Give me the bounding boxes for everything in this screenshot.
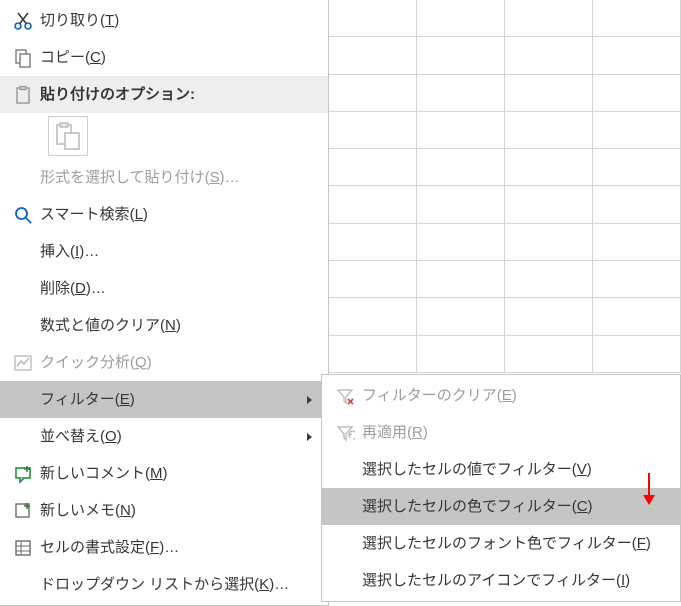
- menu-item-smart-lookup[interactable]: スマート検索(L): [0, 196, 328, 233]
- menu-item-delete[interactable]: 削除(D)…: [0, 270, 328, 307]
- menu-item-label: 選択したセルの値でフィルター(V): [362, 461, 668, 479]
- menu-item-label: 新しいコメント(M): [40, 465, 304, 483]
- annotation-arrow-icon: [639, 471, 659, 507]
- menu-item-label: 選択したセルの色でフィルター(C): [362, 498, 668, 516]
- menu-item-label: 形式を選択して貼り付け(S)…: [40, 169, 304, 187]
- menu-item-insert[interactable]: 挿入(I)…: [0, 233, 328, 270]
- menu-item-label: 数式と値のクリア(N): [40, 317, 304, 335]
- search-icon: [6, 205, 40, 225]
- menu-item-paste-special: 形式を選択して貼り付け(S)…: [0, 159, 328, 196]
- submenu-item-reapply: 再適用(R): [322, 414, 680, 451]
- menu-item-label: 新しいメモ(N): [40, 502, 304, 520]
- menu-item-sort[interactable]: 並べ替え(O): [0, 418, 328, 455]
- quick-analysis-icon: [6, 353, 40, 373]
- menu-item-label: 挿入(I)…: [40, 243, 304, 261]
- submenu-arrow-icon: [304, 432, 316, 442]
- new-comment-icon: [6, 464, 40, 484]
- menu-item-label: クイック分析(Q): [40, 354, 304, 372]
- menu-item-paste-options-header: 貼り付けのオプション:: [0, 76, 328, 113]
- menu-item-filter[interactable]: フィルター(E): [0, 381, 328, 418]
- reapply-icon: [328, 423, 362, 443]
- menu-item-copy[interactable]: コピー(C): [0, 39, 328, 76]
- menu-item-cut[interactable]: 切り取り(T): [0, 2, 328, 39]
- menu-item-format-cells[interactable]: セルの書式設定(F)…: [0, 529, 328, 566]
- filter-submenu: フィルターのクリア(E) 再適用(R) 選択したセルの値でフィルター(V) 選択…: [321, 374, 681, 602]
- submenu-item-clear-filter: フィルターのクリア(E): [322, 377, 680, 414]
- menu-item-label: フィルター(E): [40, 391, 304, 409]
- new-note-icon: [6, 501, 40, 521]
- menu-item-label: ドロップダウン リストから選択(K)…: [40, 576, 304, 594]
- menu-item-label: 削除(D)…: [40, 280, 304, 298]
- copy-icon: [6, 48, 40, 68]
- menu-item-label: スマート検索(L): [40, 206, 304, 224]
- clear-filter-icon: [328, 386, 362, 406]
- submenu-item-filter-by-value[interactable]: 選択したセルの値でフィルター(V): [322, 451, 680, 488]
- clipboard-icon: [6, 85, 40, 105]
- format-cells-icon: [6, 538, 40, 558]
- submenu-arrow-icon: [304, 395, 316, 405]
- menu-item-clear-contents[interactable]: 数式と値のクリア(N): [0, 307, 328, 344]
- menu-item-label: 貼り付けのオプション:: [40, 86, 304, 104]
- menu-item-label: 選択したセルのアイコンでフィルター(I): [362, 572, 668, 590]
- menu-item-label: 並べ替え(O): [40, 428, 304, 446]
- menu-item-label: コピー(C): [40, 49, 304, 67]
- scissors-icon: [6, 11, 40, 31]
- submenu-item-filter-by-icon[interactable]: 選択したセルのアイコンでフィルター(I): [322, 562, 680, 599]
- paste-option-button[interactable]: [48, 116, 88, 156]
- submenu-item-filter-by-font-color[interactable]: 選択したセルのフォント色でフィルター(F): [322, 525, 680, 562]
- submenu-item-filter-by-color[interactable]: 選択したセルの色でフィルター(C): [322, 488, 680, 525]
- menu-item-label: 選択したセルのフォント色でフィルター(F): [362, 535, 668, 553]
- menu-item-label: フィルターのクリア(E): [362, 387, 668, 405]
- menu-item-label: セルの書式設定(F)…: [40, 539, 304, 557]
- menu-item-label: 切り取り(T): [40, 12, 304, 30]
- menu-item-new-note[interactable]: 新しいメモ(N): [0, 492, 328, 529]
- context-menu: 切り取り(T) コピー(C) 貼り付けのオプション:: [0, 0, 329, 606]
- paste-clipboard-icon: [55, 122, 81, 150]
- paste-options-row: [0, 113, 328, 159]
- menu-item-new-comment[interactable]: 新しいコメント(M): [0, 455, 328, 492]
- menu-item-label: 再適用(R): [362, 424, 668, 442]
- menu-item-dropdown-list[interactable]: ドロップダウン リストから選択(K)…: [0, 566, 328, 603]
- menu-item-quick-analysis: クイック分析(Q): [0, 344, 328, 381]
